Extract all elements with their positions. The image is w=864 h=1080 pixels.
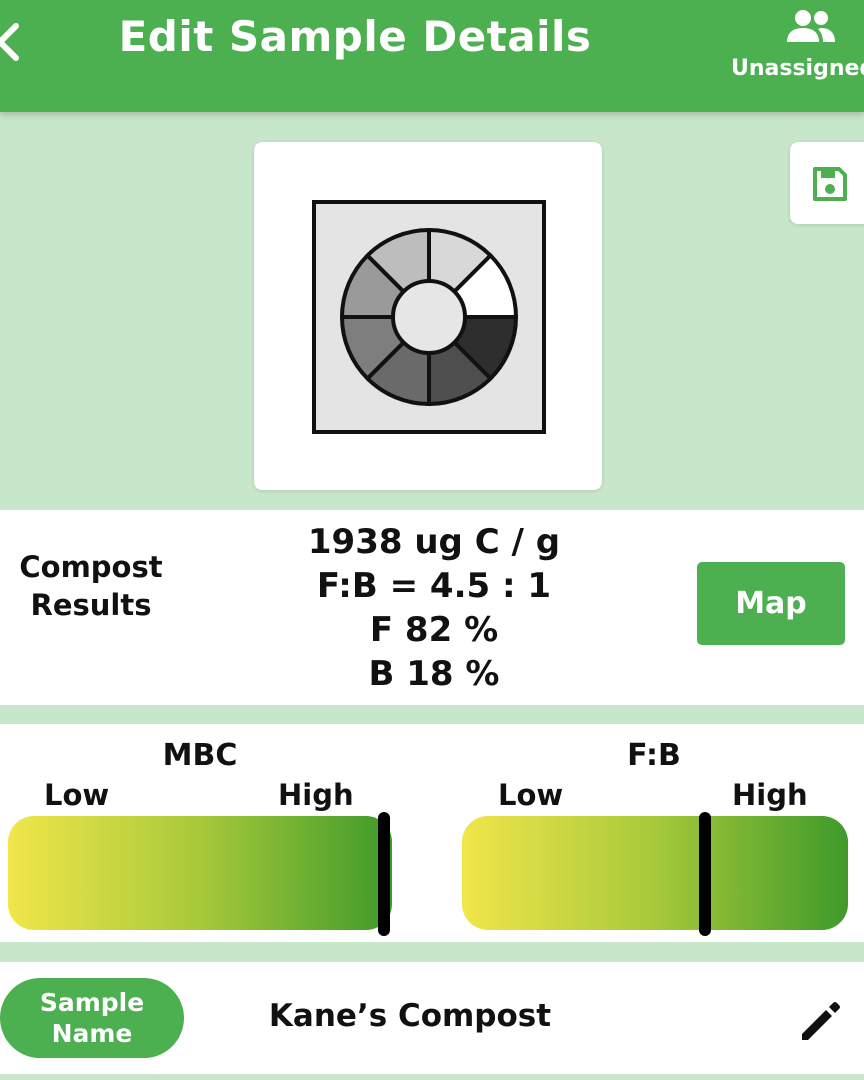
map-button[interactable]: Map: [697, 562, 845, 645]
compost-results-panel: Compost Results 1938 ug C / g F:B = 4.5 …: [0, 510, 864, 705]
bacteria-percent: B 18 %: [368, 654, 500, 694]
gauges-panel: MBC Low High F:B Low High: [0, 724, 864, 942]
group-icon[interactable]: [784, 8, 838, 44]
fb-gauge-low-label: Low: [498, 778, 564, 812]
sample-name-label: Sample Name: [0, 978, 184, 1058]
pencil-icon[interactable]: [796, 998, 844, 1046]
mbc-gauge-bar: [8, 816, 392, 930]
results-label: Compost Results: [19, 550, 163, 622]
floppy-disk-icon: [813, 167, 847, 201]
sample-image-card[interactable]: [254, 142, 602, 490]
mbc-gauge-title: MBC: [162, 738, 238, 773]
app-header: Edit Sample Details Unassigned: [0, 0, 864, 112]
fungi-percent: F 82 %: [369, 610, 499, 650]
assignee-label[interactable]: Unassigned: [731, 56, 864, 81]
mbc-gauge-high-label: High: [278, 778, 354, 812]
results-values: 1938 ug C / g F:B = 4.5 : 1 F 82 % B 18 …: [268, 520, 600, 696]
sample-name-value: Kane’s Compost: [268, 998, 552, 1034]
page-title: Edit Sample Details: [118, 12, 592, 61]
sample-name-panel: Sample Name Kane’s Compost: [0, 962, 864, 1074]
fb-ratio-value: F:B = 4.5 : 1: [316, 566, 552, 606]
fb-gauge-marker: [699, 812, 712, 936]
fb-gauge-title: F:B: [627, 738, 681, 773]
mbc-gauge-marker: [378, 812, 391, 936]
save-button[interactable]: [790, 142, 864, 224]
fb-gauge-high-label: High: [732, 778, 808, 812]
sample-color-wheel-image: [312, 200, 546, 434]
mbc-gauge-low-label: Low: [44, 778, 110, 812]
mbc-value: 1938 ug C / g: [307, 522, 561, 562]
fb-gauge-bar: [462, 816, 848, 930]
